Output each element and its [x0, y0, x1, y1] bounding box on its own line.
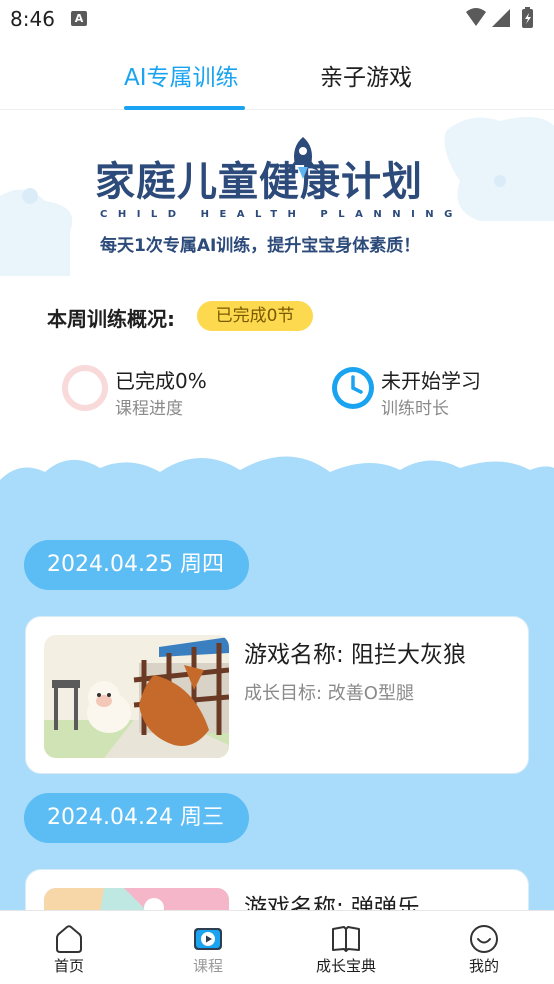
game-name: 游戏名称: 阻拦大灰狼 — [244, 642, 467, 668]
progress-caption: 课程进度 — [115, 399, 183, 419]
smile-icon — [470, 925, 498, 953]
game-thumbnail — [44, 888, 229, 910]
game-card[interactable]: 游戏名称: 弹弹乐 — [25, 869, 529, 910]
completed-count-badge: 已完成0节 — [197, 301, 313, 331]
wifi-icon — [466, 8, 486, 26]
game-thumbnail — [44, 635, 229, 758]
game-name: 游戏名称: 弹弹乐 — [244, 895, 421, 910]
rocket-icon — [287, 137, 319, 179]
health-plan-banner[interactable]: 家庭儿童健康计划 CHILD HEALTH PLANNING 每天1次专属AI训… — [0, 111, 554, 276]
nav-course-label: 课程 — [192, 957, 223, 975]
clock-icon — [332, 367, 374, 409]
progress-ring — [62, 365, 108, 411]
duration-value: 未开始学习 — [381, 369, 481, 393]
notification-icon: A — [71, 11, 87, 26]
nav-growth-guide-label: 成长宝典 — [315, 957, 376, 975]
active-tab-indicator — [124, 106, 245, 110]
duration-caption: 训练时长 — [381, 399, 449, 419]
date-pill: 2024.04.25 周四 — [24, 540, 249, 590]
tab-parent-child-games[interactable]: 亲子游戏 — [320, 58, 412, 92]
system-icons — [466, 7, 533, 28]
tab-ai-training[interactable]: AI专属训练 — [124, 58, 239, 92]
status-bar: 8:46 A — [0, 0, 554, 38]
progress-value: 已完成0% — [115, 369, 207, 393]
banner-slogan: 每天1次专属AI训练，提升宝宝身体素质！ — [100, 236, 421, 256]
banner-title: 家庭儿童健康计划 — [95, 158, 423, 205]
nav-home-label: 首页 — [53, 957, 84, 975]
book-icon — [332, 926, 360, 952]
training-timeline: 2024.04.25 周四 游戏名称: 阻拦大灰狼 成长目标: 改善O型腿 20… — [0, 450, 554, 910]
status-time: 8:46 — [10, 7, 55, 31]
nav-course[interactable]: 课程 — [158, 911, 258, 984]
nav-mine[interactable]: 我的 — [434, 911, 534, 984]
signal-icon — [492, 9, 510, 27]
nav-growth-guide[interactable]: 成长宝典 — [296, 911, 396, 984]
home-icon — [56, 925, 82, 953]
weekly-overview-label: 本周训练概况: — [47, 307, 175, 331]
nav-home[interactable]: 首页 — [19, 911, 119, 984]
course-icon — [194, 928, 222, 950]
game-goal: 成长目标: 改善O型腿 — [244, 683, 414, 704]
banner-subtitle-en: CHILD HEALTH PLANNING — [100, 209, 463, 220]
top-tabs: AI专属训练 亲子游戏 — [0, 38, 554, 110]
game-card[interactable]: 游戏名称: 阻拦大灰狼 成长目标: 改善O型腿 — [25, 616, 529, 774]
nav-mine-label: 我的 — [468, 957, 499, 975]
date-pill: 2024.04.24 周三 — [24, 793, 249, 843]
bottom-navigation: 首页 课程 成长宝典 我的 — [0, 910, 554, 984]
